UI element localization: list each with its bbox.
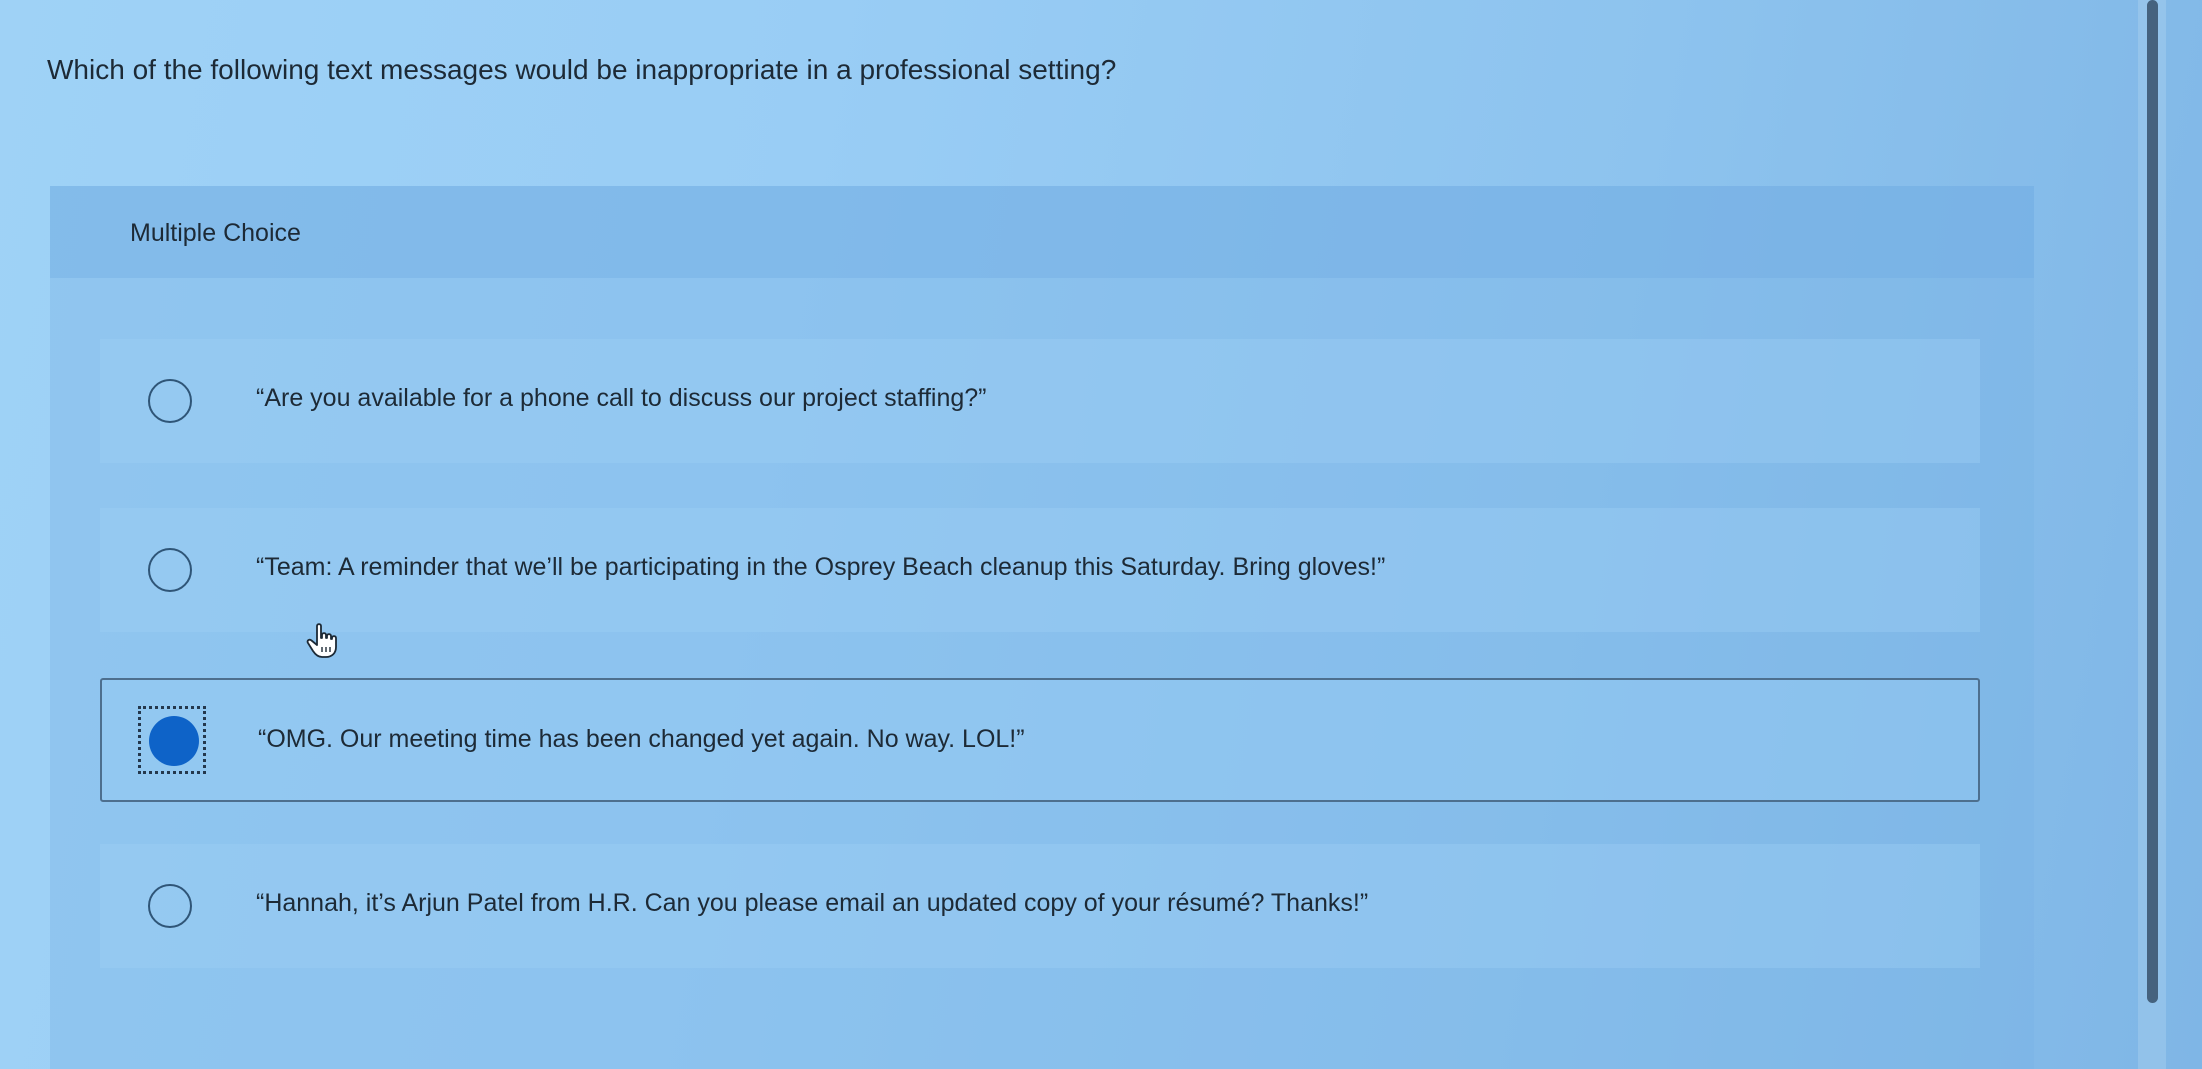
answer-option-text: “OMG. Our meeting time has been changed … [258,725,1025,753]
question-text: Which of the following text messages wou… [47,54,1117,85]
radio-focus-outline[interactable] [138,706,206,774]
radio-button-unchecked[interactable] [148,548,192,592]
scrollbar-thumb[interactable] [2147,0,2158,1003]
card-header: Multiple Choice [50,186,2034,278]
answer-option-2[interactable]: “Team: A reminder that we’ll be particip… [100,508,1980,632]
hand-pointer-icon [306,623,337,658]
answer-option-3-selected[interactable]: “OMG. Our meeting time has been changed … [100,678,1980,802]
answer-option-text: “Hannah, it’s Arjun Patel from H.R. Can … [256,889,1369,917]
card-header-label: Multiple Choice [130,219,301,247]
radio-button-checked[interactable] [149,716,199,766]
radio-button-unchecked[interactable] [148,379,192,423]
answer-option-1[interactable]: “Are you available for a phone call to d… [100,339,1980,463]
multiple-choice-card: Multiple Choice “Are you available for a… [50,186,2034,1069]
answer-option-text: “Are you available for a phone call to d… [256,384,987,412]
radio-button-unchecked[interactable] [148,884,192,928]
answer-option-text: “Team: A reminder that we’ll be particip… [256,553,1386,581]
answer-option-4[interactable]: “Hannah, it’s Arjun Patel from H.R. Can … [100,844,1980,968]
